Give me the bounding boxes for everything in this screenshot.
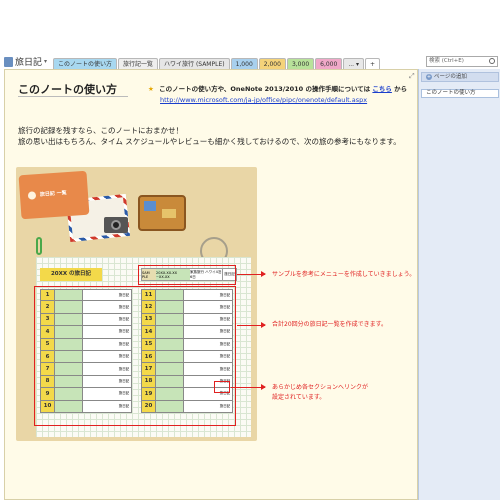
search-placeholder: 検索 (Ctrl+E) [429, 58, 464, 64]
notebook-title[interactable]: 旅日記 ▾ [4, 55, 47, 68]
note-suffix: から [394, 85, 408, 93]
sticker-2 [162, 209, 176, 218]
list-highlight-box [34, 286, 236, 426]
annotation-links-2: 設定されています。 [272, 394, 326, 401]
here-link[interactable]: こちら [372, 85, 392, 93]
tab-add-section[interactable]: + [364, 58, 380, 69]
tab-trip-list[interactable]: 旅行記一覧 [118, 58, 159, 69]
star-icon: ★ [148, 85, 154, 93]
section-tabs: このノートの使い方 旅行記一覧 ハワイ旅行 (SAMPLE) 1,000 2,0… [53, 58, 380, 69]
annotation-list: 合計20回分の旅日記一覧を作成できます。 [272, 321, 388, 328]
tag-hole [27, 191, 37, 200]
tab-more[interactable]: ... ▾ [343, 58, 364, 69]
tab-3000[interactable]: 3,000 [286, 58, 315, 69]
page-item-how-to-use[interactable]: このノートの使い方 [421, 89, 499, 98]
add-page-label: ページの追加 [434, 74, 467, 80]
year-header-label: 20XX の旅日記 [40, 268, 102, 281]
camera-lens [111, 220, 121, 230]
help-url-link[interactable]: http://www.microsoft.com/ja-jp/office/pi… [160, 96, 367, 104]
tab-hawaii-sample[interactable]: ハワイ旅行 (SAMPLE) [159, 58, 230, 69]
camera-image [104, 217, 128, 233]
tab-6000[interactable]: 6,000 [315, 58, 343, 69]
sticker-1 [144, 201, 156, 211]
arrow-2 [237, 321, 266, 329]
chevron-down-icon: ▾ [44, 58, 48, 65]
page-list-sidebar: + ページの追加 このノートの使い方 [418, 69, 500, 500]
paperclip-icon [36, 237, 42, 255]
note-prefix: このノートの使い方や、OneNote 2013/2010 の操作手順については [159, 85, 371, 93]
luggage-tag-image: 旅日記 一覧 [18, 170, 90, 220]
intro-line-2: 旅の思い出はもちろん、タイム スケジュールやレビューも細かく残しておけるので、次… [18, 137, 401, 146]
suitcase-image [138, 195, 186, 231]
page-title[interactable]: このノートの使い方 [18, 81, 117, 97]
annotation-links-1: あらかじめ各セクションへリンクが [272, 384, 369, 391]
plus-icon: + [426, 74, 432, 80]
arrow-1 [237, 270, 266, 278]
search-icon[interactable] [489, 58, 495, 64]
add-page-button[interactable]: + ページの追加 [421, 72, 499, 82]
sample-highlight-box [138, 265, 236, 285]
search-input[interactable]: 検索 (Ctrl+E) [426, 56, 498, 67]
link-highlight-box [214, 381, 230, 393]
arrow-3 [231, 383, 266, 391]
notebook-icon [4, 56, 13, 67]
help-note: ★ このノートの使い方や、OneNote 2013/2010 の操作手順について… [148, 83, 407, 93]
tab-how-to-use[interactable]: このノートの使い方 [53, 58, 118, 69]
notebook-name: 旅日記 [15, 58, 43, 68]
tag-label: 旅日記 一覧 [39, 190, 67, 198]
tab-1000[interactable]: 1,000 [230, 58, 258, 69]
expand-icon[interactable]: ⤢ [409, 72, 415, 81]
tab-2000[interactable]: 2,000 [258, 58, 286, 69]
intro-line-1: 旅行の記録を残すなら、このノートにおまかせ！ [18, 126, 183, 135]
annotation-sample: サンプルを参考にメニューを作成していきましょう。 [272, 271, 416, 278]
title-divider [18, 96, 128, 97]
